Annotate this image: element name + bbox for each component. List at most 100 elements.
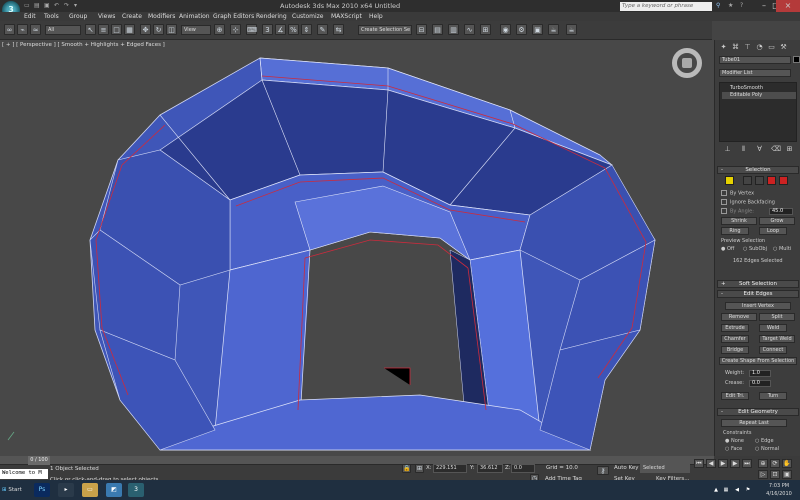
- keyboard-shortcut-icon[interactable]: ⌨: [246, 24, 257, 35]
- repeat-last-button[interactable]: Repeat Last: [721, 419, 787, 427]
- utilities-tab-icon[interactable]: ⚒: [779, 43, 788, 52]
- orbit-icon[interactable]: ⟳: [770, 459, 780, 468]
- menu-edit[interactable]: Edit: [24, 13, 36, 20]
- zoom-extents-icon[interactable]: ⊡: [770, 470, 780, 479]
- redo-icon[interactable]: ↷: [64, 2, 69, 9]
- select-move-icon[interactable]: ✥: [140, 24, 151, 35]
- region-select-icon[interactable]: □: [111, 24, 122, 35]
- render-production-icon[interactable]: ☕: [548, 24, 559, 35]
- configure-sets-icon[interactable]: ⊞: [785, 145, 794, 154]
- create-tab-icon[interactable]: ✦: [719, 43, 728, 52]
- weight-spinner[interactable]: 1.0: [749, 370, 771, 377]
- hierarchy-tab-icon[interactable]: ⊤: [743, 43, 752, 52]
- angle-snap-icon[interactable]: ∡: [275, 24, 286, 35]
- selection-rollout-header[interactable]: - Selection: [717, 166, 799, 174]
- menu-views[interactable]: Views: [98, 13, 115, 20]
- edit-edges-rollout-header[interactable]: - Edit Edges: [717, 290, 799, 298]
- insert-vertex-button[interactable]: Insert Vertex: [725, 302, 791, 310]
- tray-arrow-icon[interactable]: ▲: [712, 483, 720, 497]
- element-subobject-icon[interactable]: [779, 176, 788, 185]
- undo-icon[interactable]: ↶: [54, 2, 59, 9]
- field-of-view-icon[interactable]: ▷: [758, 470, 768, 479]
- named-selection-icon[interactable]: ✎: [317, 24, 328, 35]
- select-object-icon[interactable]: ↖: [85, 24, 96, 35]
- bind-spacewarp-icon[interactable]: ≈: [30, 24, 41, 35]
- stack-item-turbosmooth[interactable]: TurboSmooth: [722, 85, 763, 92]
- spinner-snap-icon[interactable]: ⇕: [301, 24, 312, 35]
- absolute-mode-icon[interactable]: ⊞: [415, 464, 424, 473]
- select-scale-icon[interactable]: ◫: [166, 24, 177, 35]
- object-name-field[interactable]: Tube01: [719, 56, 791, 64]
- key-icon[interactable]: ⚷: [597, 466, 609, 475]
- material-editor-icon[interactable]: ◉: [500, 24, 511, 35]
- time-slider-handle[interactable]: 0 / 100: [28, 456, 50, 465]
- select-rotate-icon[interactable]: ↻: [153, 24, 164, 35]
- by-angle-spinner[interactable]: 45.0: [769, 208, 793, 215]
- by-vertex-checkbox[interactable]: By Vertex: [721, 190, 754, 197]
- app-window-icon[interactable]: ◩: [106, 483, 122, 497]
- search-input[interactable]: Type a keyword or phrase: [620, 2, 712, 11]
- menu-rendering[interactable]: Rendering: [256, 13, 287, 20]
- close-button[interactable]: ×: [776, 0, 800, 12]
- go-to-start-icon[interactable]: ⏮: [694, 459, 704, 468]
- y-coordinate-field[interactable]: 36.612: [477, 464, 503, 473]
- polygon-subobject-icon[interactable]: [767, 176, 776, 185]
- turn-button[interactable]: Turn: [759, 392, 787, 400]
- named-selection-dropdown[interactable]: Create Selection Se: [358, 25, 412, 35]
- create-shape-button[interactable]: Create Shape From Selection: [719, 357, 797, 365]
- new-file-icon[interactable]: ▭: [24, 2, 30, 9]
- edit-tri-button[interactable]: Edit Tri.: [721, 392, 749, 400]
- schematic-view-icon[interactable]: ⊞: [480, 24, 491, 35]
- preview-off-radio[interactable]: ● Off: [721, 246, 734, 252]
- star-icon[interactable]: ★: [728, 2, 733, 9]
- constraint-face-radio[interactable]: ○ Face: [725, 446, 742, 452]
- selection-filter-dropdown[interactable]: All: [45, 25, 81, 35]
- remove-modifier-icon[interactable]: ⌫: [771, 145, 781, 154]
- display-tab-icon[interactable]: ▭: [767, 43, 776, 52]
- save-file-icon[interactable]: ▣: [44, 2, 50, 9]
- align-icon[interactable]: ⊟: [416, 24, 427, 35]
- curve-editor-icon[interactable]: ∿: [464, 24, 475, 35]
- x-coordinate-field[interactable]: 229.151: [433, 464, 467, 473]
- weld-button[interactable]: Weld: [759, 324, 787, 332]
- pivot-center-icon[interactable]: ⊕: [214, 24, 225, 35]
- bridge-button[interactable]: Bridge: [721, 346, 749, 354]
- key-mode-dropdown[interactable]: Selected: [640, 464, 690, 473]
- constraint-none-radio[interactable]: ● None: [725, 438, 744, 444]
- select-link-icon[interactable]: ∞: [4, 24, 15, 35]
- crease-spinner[interactable]: 0.0: [749, 380, 771, 387]
- window-crossing-icon[interactable]: ▦: [124, 24, 135, 35]
- ignore-backfacing-checkbox[interactable]: Ignore Backfacing: [721, 199, 775, 206]
- volume-icon[interactable]: ◀: [733, 483, 741, 497]
- perspective-viewport[interactable]: [ + ] [ Perspective ] [ Smooth + Highlig…: [0, 40, 714, 456]
- help-icon[interactable]: ?: [740, 2, 743, 9]
- by-angle-checkbox[interactable]: By Angle:: [721, 208, 754, 215]
- make-unique-icon[interactable]: ∀: [755, 145, 764, 154]
- grow-button[interactable]: Grow: [759, 217, 795, 225]
- object-color-swatch[interactable]: [793, 56, 800, 63]
- layer-manager-icon[interactable]: ▤: [432, 24, 443, 35]
- edge-subobject-icon[interactable]: [743, 176, 752, 185]
- 3dsmax-taskbar-icon[interactable]: 3: [128, 483, 144, 497]
- menu-tools[interactable]: Tools: [44, 13, 59, 20]
- select-by-name-icon[interactable]: ≡: [98, 24, 109, 35]
- connect-button[interactable]: Connect: [759, 346, 787, 354]
- modifier-list-dropdown[interactable]: Modifier List: [719, 69, 791, 77]
- preview-multi-radio[interactable]: ○ Multi: [773, 246, 791, 252]
- constraint-normal-radio[interactable]: ○ Normal: [755, 446, 779, 452]
- menu-group[interactable]: Group: [69, 13, 87, 20]
- extrude-button[interactable]: Extrude: [721, 324, 749, 332]
- menu-animation[interactable]: Animation: [179, 13, 210, 20]
- remove-button[interactable]: Remove: [721, 313, 757, 321]
- z-coordinate-field[interactable]: 0.0: [511, 464, 535, 473]
- vertex-subobject-icon[interactable]: [725, 176, 734, 185]
- constraint-edge-radio[interactable]: ○ Edge: [755, 438, 774, 444]
- unlink-icon[interactable]: ⌁: [17, 24, 28, 35]
- time-slider-track[interactable]: 0 / 100: [0, 456, 714, 465]
- reference-coordinate-dropdown[interactable]: View: [181, 25, 211, 35]
- menu-create[interactable]: Create: [122, 13, 142, 20]
- target-weld-button[interactable]: Target Weld: [759, 335, 795, 343]
- go-to-end-icon[interactable]: ⏭: [742, 459, 752, 468]
- edit-geometry-rollout-header[interactable]: - Edit Geometry: [717, 408, 799, 416]
- system-clock[interactable]: 7:03 PM 4/16/2010: [760, 482, 798, 498]
